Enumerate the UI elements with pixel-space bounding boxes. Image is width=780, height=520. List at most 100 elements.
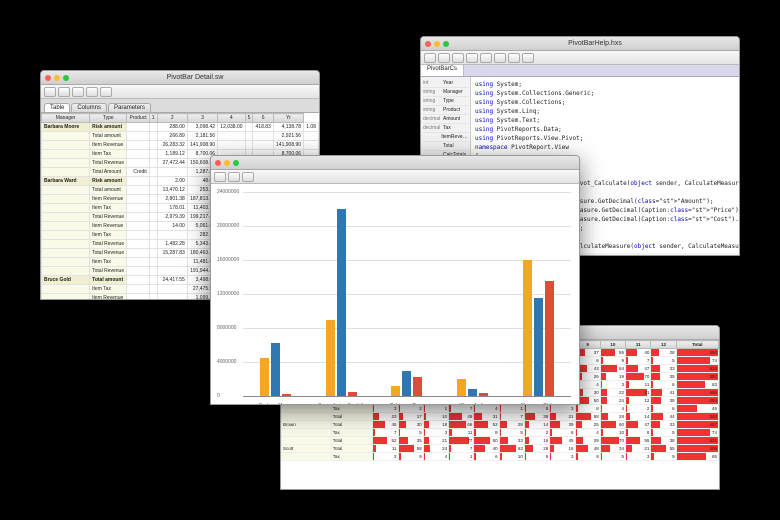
outline-item[interactable]: ItemRevenue <box>423 133 468 142</box>
close-icon[interactable] <box>425 41 431 47</box>
tool-button[interactable] <box>86 87 98 97</box>
outline-item[interactable]: stringProduct <box>423 106 468 115</box>
close-icon[interactable] <box>215 160 221 166</box>
column-header[interactable]: 12 <box>651 341 676 349</box>
y-tick-label: 24000000 <box>217 189 239 195</box>
column-header[interactable]: Yr <box>273 114 303 123</box>
file-tab[interactable]: PivotBarCs <box>421 65 464 76</box>
tab-columns[interactable]: Columns <box>71 103 107 112</box>
file-tab-strip: PivotBarCs <box>421 65 739 77</box>
bar[interactable] <box>413 377 422 396</box>
y-tick-label: 8000000 <box>217 325 236 331</box>
column-header[interactable]: Total <box>676 341 718 349</box>
titlebar[interactable]: PivotBar Detail.sw <box>41 71 319 85</box>
table-row[interactable]: ScottTotal11582474063291648342155406 <box>282 445 719 453</box>
bar-group <box>457 379 488 396</box>
bar-group <box>326 209 357 396</box>
table-row[interactable]: Tax32174153842646 <box>282 405 719 413</box>
tool-button[interactable] <box>508 53 520 63</box>
bar-chart: 0400000080000001200000016000000200000002… <box>215 188 575 405</box>
x-tick-label: Wang Jodie <box>459 403 485 405</box>
minimize-icon[interactable] <box>434 41 440 47</box>
tool-button[interactable] <box>44 87 56 97</box>
table-row[interactable]: BrownTotal453018665228143925604733457 <box>282 421 719 429</box>
column-header[interactable]: Manager <box>42 114 90 123</box>
bar[interactable] <box>348 392 357 396</box>
column-header[interactable]: 1 <box>149 114 157 123</box>
zoom-icon[interactable] <box>233 160 239 166</box>
tool-button[interactable] <box>480 53 492 63</box>
table-row[interactable]: Tax7531185264108574 <box>282 429 719 437</box>
column-header[interactable]: 3 <box>187 114 217 123</box>
column-header[interactable]: 4 <box>218 114 245 123</box>
tool-button[interactable] <box>72 87 84 97</box>
column-header[interactable]: Product <box>127 114 149 123</box>
tool-button[interactable] <box>466 53 478 63</box>
table-row[interactable]: Total23171049317382158281444340 <box>282 413 719 421</box>
bar[interactable] <box>545 281 554 396</box>
bar[interactable] <box>457 379 466 396</box>
tool-button[interactable] <box>100 87 112 97</box>
x-tick-label: Barbara Moore <box>259 403 292 405</box>
titlebar[interactable] <box>211 156 579 170</box>
toolbar <box>41 85 319 99</box>
x-tick-label: Sheeman Blake <box>521 403 556 405</box>
bar[interactable] <box>534 298 543 396</box>
bar[interactable] <box>326 320 335 397</box>
column-header[interactable]: Type <box>90 114 127 123</box>
bar[interactable] <box>523 260 532 396</box>
chart-toolbar <box>211 170 579 184</box>
column-header[interactable]: 5 <box>245 114 253 123</box>
tool-button[interactable] <box>522 53 534 63</box>
bar[interactable] <box>479 393 488 396</box>
column-header[interactable]: 11 <box>626 341 651 349</box>
ide-toolbar <box>421 51 739 65</box>
y-tick-label: 0 <box>217 393 220 399</box>
table-row[interactable]: Item Revenue26,283.32141,908.90141,908.9… <box>42 141 319 150</box>
table-row[interactable]: Total523521776033164529705538531 <box>282 437 719 445</box>
bar[interactable] <box>468 389 477 396</box>
titlebar[interactable]: PivotBarHelp.hxs <box>421 37 739 51</box>
table-row[interactable]: Barbara MooreRisk amount288.003,098.4212… <box>42 123 319 132</box>
zoom-icon[interactable] <box>443 41 449 47</box>
outline-item[interactable]: intYear <box>423 79 468 88</box>
bar[interactable] <box>282 394 291 396</box>
minimize-icon[interactable] <box>224 160 230 166</box>
tool-button[interactable] <box>214 172 226 182</box>
column-header[interactable]: 2 <box>157 114 187 123</box>
bar[interactable] <box>402 371 411 397</box>
outline-item[interactable]: stringManager <box>423 88 468 97</box>
bar[interactable] <box>260 358 269 396</box>
table-row[interactable]: Total amount266.892,181.562,921.56 <box>42 132 319 141</box>
outline-item[interactable]: stringType <box>423 97 468 106</box>
outline-item[interactable]: decimalTax <box>423 124 468 133</box>
tool-button[interactable] <box>242 172 254 182</box>
tool-button[interactable] <box>424 53 436 63</box>
outline-item[interactable]: Total <box>423 142 468 151</box>
tab-table[interactable]: Table <box>44 103 70 112</box>
tool-button[interactable] <box>58 87 70 97</box>
outline-item[interactable]: decimalAmount <box>423 115 468 124</box>
bar[interactable] <box>271 343 280 396</box>
tool-button[interactable] <box>494 53 506 63</box>
bar-group <box>391 371 422 397</box>
bar-group <box>260 343 291 396</box>
tool-button[interactable] <box>228 172 240 182</box>
column-header[interactable]: 6 <box>253 114 273 123</box>
tool-button[interactable] <box>438 53 450 63</box>
bar[interactable] <box>391 386 400 396</box>
window-title: PivotBar Detail.sw <box>75 74 315 81</box>
tab-parameters[interactable]: Parameters <box>108 103 151 112</box>
table-row[interactable]: Tax294161053853965 <box>282 453 719 461</box>
zoom-icon[interactable] <box>63 75 69 81</box>
y-tick-label: 20000000 <box>217 223 239 229</box>
y-tick-label: 12000000 <box>217 291 239 297</box>
bar[interactable] <box>337 209 346 396</box>
close-icon[interactable] <box>45 75 51 81</box>
column-header[interactable]: 10 <box>600 341 625 349</box>
minimize-icon[interactable] <box>54 75 60 81</box>
y-tick-label: 16000000 <box>217 257 239 263</box>
tool-button[interactable] <box>452 53 464 63</box>
bar-group <box>523 260 554 396</box>
table-tabs: Table Columns Parameters <box>41 99 319 113</box>
